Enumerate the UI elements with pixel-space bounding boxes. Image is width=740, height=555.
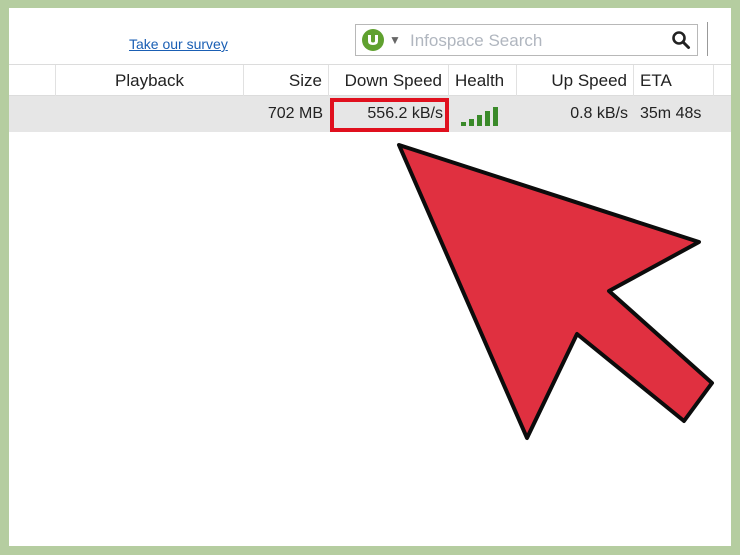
- app-window: Take our survey ▼ Playback Size Down Spe…: [9, 8, 731, 546]
- pointer-arrow-icon: [397, 143, 714, 440]
